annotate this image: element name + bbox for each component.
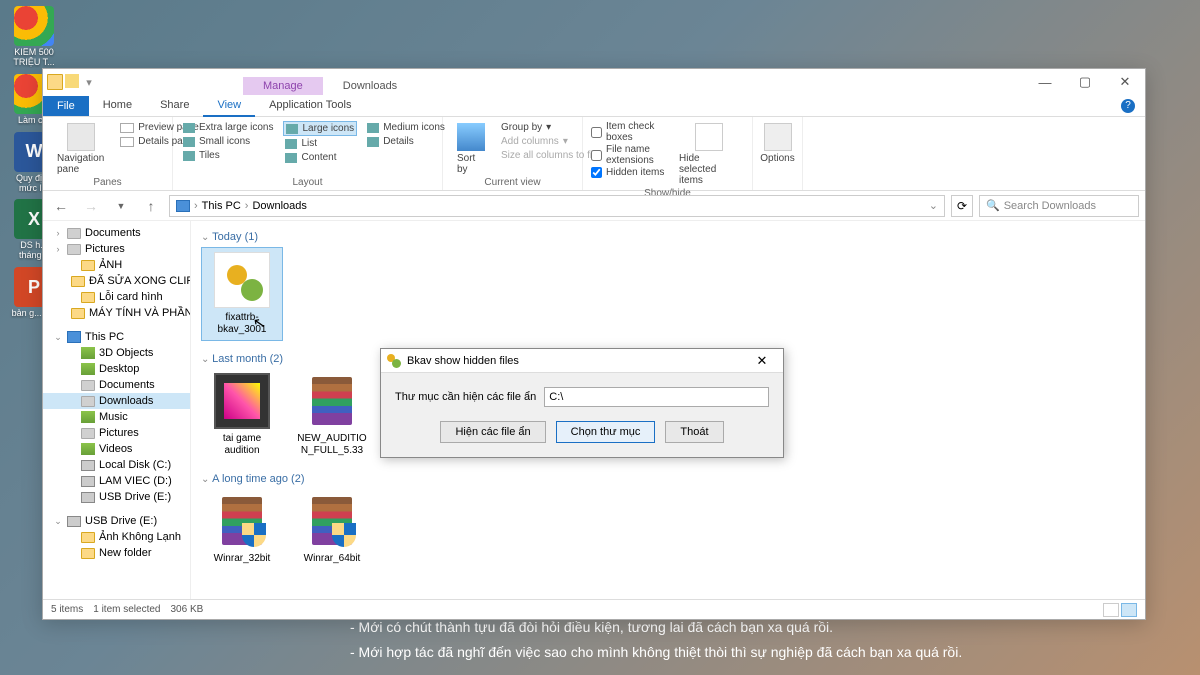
back-button[interactable]: ← [49,194,73,218]
up-button[interactable]: ↑ [139,194,163,218]
tree-item[interactable]: Desktop [43,361,190,377]
navigation-pane[interactable]: ›Documents›PicturesẢNHĐÃ SỬA XONG CLIP C… [43,221,191,599]
ribbon-tab-application-tools[interactable]: Application Tools [255,95,365,117]
context-tab-manage[interactable]: Manage [243,77,323,95]
folder-path-input[interactable] [544,387,769,407]
file-extensions-toggle[interactable]: File name extensions [591,144,665,166]
dialog-titlebar: Bkav show hidden files ✕ [381,349,783,373]
view-details-icon[interactable] [1103,603,1119,617]
file-item[interactable]: NEW_AUDITION_FULL_5.33 [291,369,373,461]
tree-item[interactable]: New folder [43,545,190,561]
view-large-icon[interactable] [1121,603,1137,617]
layout-content[interactable]: Content [283,151,357,164]
layout-list[interactable]: List [283,137,357,150]
breadcrumb-dropdown-icon[interactable]: ⌄ [929,199,938,212]
layout-tiles[interactable]: Tiles [181,149,275,162]
tree-item[interactable]: Ảnh Không Lạnh [43,529,190,545]
file-item[interactable]: Winrar_64bit [291,489,373,569]
ribbon-tabs: File HomeShareViewApplication Tools ? [43,95,1145,117]
sort-by-button[interactable]: Sort by [451,121,491,177]
context-label-downloads: Downloads [323,77,417,95]
tree-item[interactable]: Pictures [43,425,190,441]
tree-item[interactable]: USB Drive (E:) [43,489,190,505]
group-header[interactable]: A long time ago (2) [201,469,1135,489]
tree-item[interactable]: MÁY TÍNH VÀ PHẦN M [43,305,190,321]
options-button[interactable]: Options [761,121,794,166]
refresh-button[interactable]: ⟳ [951,195,973,217]
tree-item[interactable]: Documents [43,377,190,393]
bkav-dialog: Bkav show hidden files ✕ Thư mục cần hiệ… [380,348,784,458]
tree-item[interactable]: ›Documents [43,225,190,241]
dialog-label: Thư mục cần hiện các file ẩn [395,391,536,403]
navigation-pane-button[interactable]: Navigation pane [51,121,110,177]
tree-item[interactable]: Downloads [43,393,190,409]
file-item[interactable]: Winrar_32bit [201,489,283,569]
help-icon[interactable]: ? [1121,99,1135,113]
tree-item[interactable]: Music [43,409,190,425]
dialog-title: Bkav show hidden files [407,355,519,367]
tree-item[interactable]: ẢNH [43,257,190,273]
address-bar: ← → ▼ ↑ › This PC › Downloads ⌄ ⟳ 🔍 Sear… [43,191,1145,221]
tree-item[interactable]: LAM VIEC (D:) [43,473,190,489]
file-item[interactable]: fixattrb-bkav_3001 [201,247,283,341]
ribbon: Navigation pane Preview pane Details pan… [43,117,1145,191]
layout-medium[interactable]: Medium icons [365,121,447,134]
file-tab[interactable]: File [43,96,89,116]
breadcrumb[interactable]: › This PC › Downloads ⌄ [169,195,945,217]
tree-item[interactable]: Videos [43,441,190,457]
exit-button[interactable]: Thoát [665,421,723,443]
layout-large[interactable]: Large icons [283,121,357,136]
bkav-icon [387,354,401,368]
layout-details[interactable]: Details [365,135,447,148]
desktop-shortcut[interactable]: KIẾM 500 TRIỆU T... [6,6,62,68]
tree-item[interactable]: Local Disk (C:) [43,457,190,473]
tree-item[interactable]: ›Pictures [43,241,190,257]
ribbon-tab-home[interactable]: Home [89,95,146,117]
search-icon: 🔍 [986,199,1000,212]
recent-button[interactable]: ▼ [109,194,133,218]
tree-item[interactable]: Lỗi card hình [43,289,190,305]
ribbon-tab-share[interactable]: Share [146,95,203,117]
tree-item[interactable]: 3D Objects [43,345,190,361]
hide-selected-button[interactable]: Hide selected items [673,121,744,188]
show-hidden-button[interactable]: Hiện các file ẩn [440,421,545,443]
pc-icon [176,200,190,212]
tree-item[interactable]: ĐÃ SỬA XONG CLIP CH [43,273,190,289]
search-input[interactable]: 🔍 Search Downloads [979,195,1139,217]
tree-item[interactable]: ⌄This PC [43,329,190,345]
layout-extra-large[interactable]: Extra large icons [181,121,275,134]
dialog-close-button[interactable]: ✕ [747,351,777,371]
explorer-window: ▾ — ▢ ✕ Manage Downloads File HomeShareV… [42,68,1146,620]
layout-small[interactable]: Small icons [181,135,275,148]
choose-folder-button[interactable]: Chọn thư mục [556,421,656,443]
file-item[interactable]: tai game audition [201,369,283,461]
ribbon-tab-view[interactable]: View [203,95,255,117]
hidden-items-toggle[interactable]: Hidden items [591,167,665,178]
group-header[interactable]: Today (1) [201,227,1135,247]
forward-button[interactable]: → [79,194,103,218]
status-bar: 5 items 1 item selected 306 KB [43,599,1145,619]
item-check-boxes-toggle[interactable]: Item check boxes [591,121,665,143]
tree-item[interactable]: ⌄USB Drive (E:) [43,513,190,529]
